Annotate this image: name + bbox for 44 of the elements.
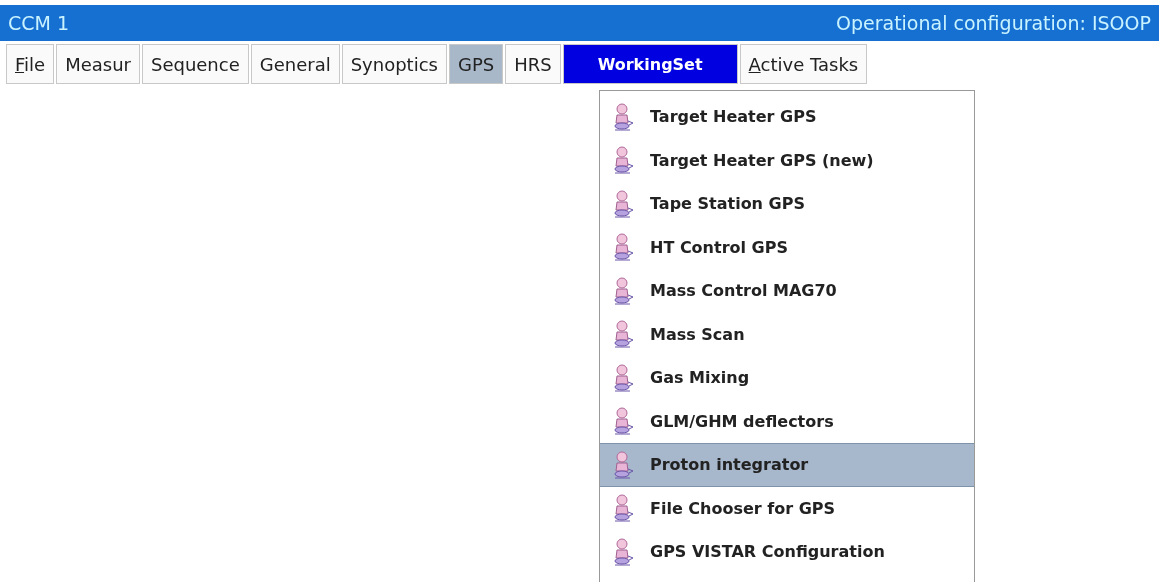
dropdown-item[interactable]: Tape Station GPS [600,182,974,226]
menu-item[interactable]: GPS [448,44,504,84]
menu-item[interactable]: General [250,44,340,84]
figure-icon [612,407,634,436]
figure-icon [612,276,634,305]
item-label: Mass Scan [650,324,745,344]
configuration-label: Operational configuration: ISOOP [835,12,1151,34]
dropdown-item[interactable]: Mass Scan [600,312,974,356]
menu-item[interactable]: WorkingSet [562,44,738,84]
item-label: Tape Station GPS [650,194,805,214]
item-label: Proton integrator [650,455,809,475]
item-label: Target Heater GPS [650,107,817,127]
dropdown-item[interactable]: File Chooser for GPS [600,486,974,530]
figure-icon [612,363,634,392]
item-label: Target Heater GPS (new) [650,150,874,170]
menu-item[interactable]: Sequence [141,44,249,84]
figure-icon [612,537,634,566]
item-label: Gas Mixing [650,368,750,388]
figure-icon [612,450,634,479]
figure-icon [612,233,634,262]
dropdown-item[interactable]: Target Heater GPS (new) [600,138,974,182]
dropdown-item[interactable]: Target Heater GPS [600,95,974,139]
figure-icon [612,102,634,131]
item-label: Mass Control MAG70 [650,281,837,301]
menu-item[interactable]: Synoptics [341,44,447,84]
menu-item[interactable]: HRS [505,44,561,84]
figure-icon [612,494,634,523]
menu-item[interactable]: Active Tasks [739,44,868,84]
dropdown-item[interactable]: Mass Control MAG70 [600,269,974,313]
dropdown-item[interactable]: GPS VISTAR Configuration [600,530,974,574]
figure-icon [612,146,634,175]
dropdown-item[interactable]: HT Control GPS [600,225,974,269]
dropdown-item[interactable]: Proton integrator [600,443,974,487]
item-label: GLM/GHM deflectors [650,411,834,431]
item-label: File Chooser for GPS [650,498,836,518]
figure-icon [612,189,634,218]
menu-item[interactable]: File [6,44,55,84]
figure-icon [612,320,634,349]
dropdown-item[interactable]: GLM/GHM deflectors [600,399,974,443]
item-label: GPS VISTAR Configuration [650,542,885,562]
dropdown-item[interactable]: Gas Mixing [600,356,974,400]
menu-item[interactable]: Measur [56,44,140,84]
window-title: CCM 1 [8,12,70,34]
item-label: HT Control GPS [650,237,788,257]
